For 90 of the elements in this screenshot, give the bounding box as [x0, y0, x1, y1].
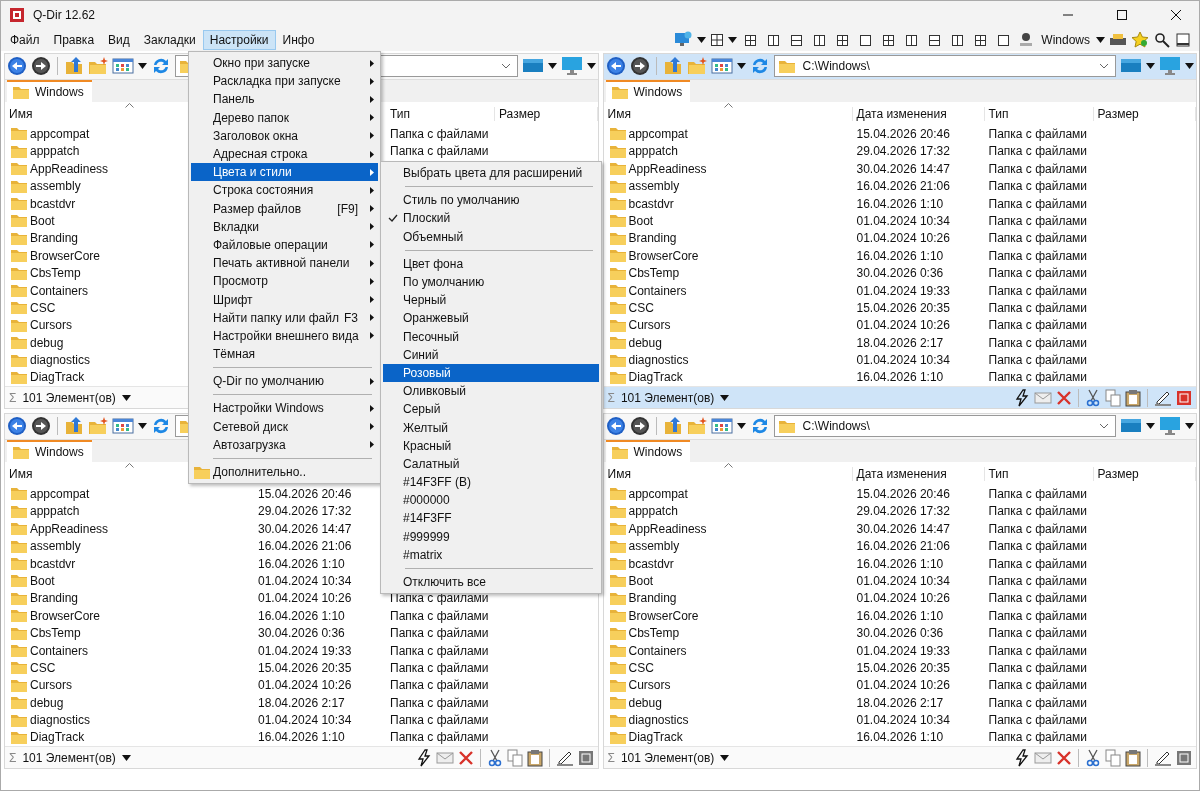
type-cell-text: Папка с файлами	[987, 643, 1089, 658]
type-cell-text: Папка с файлами	[987, 370, 1089, 385]
date-cell-text: 01.04.2024 10:34	[855, 573, 951, 588]
date-cell-text: 16.04.2026 21:06	[257, 539, 353, 554]
date-cell-text: 16.04.2026 1:10	[855, 196, 945, 211]
type-cell-text: Папка с файлами	[987, 487, 1089, 501]
date-cell-text: 01.04.2024 10:26	[855, 678, 951, 693]
type-cell-text: Папка с файлами	[987, 196, 1089, 211]
date-cell-text: 01.04.2024 10:34	[257, 573, 353, 588]
date-cell-text: 15.04.2026 20:46	[855, 487, 951, 501]
type-cell-text: Папка с файлами	[987, 283, 1089, 298]
date-cell-text: 01.04.2024 10:26	[855, 318, 951, 333]
date-cell-text: 15.04.2026 20:35	[257, 660, 353, 675]
date-cell-text: 01.04.2024 10:26	[257, 678, 353, 693]
type-cell-text: Папка с файлами	[987, 127, 1089, 141]
type-cell-text: Папка с файлами	[987, 521, 1089, 536]
date-cell-text: 15.04.2026 20:46	[855, 127, 951, 141]
date-cell-text: 01.04.2024 10:26	[855, 231, 951, 246]
date-cell-text: 15.04.2026 20:35	[855, 660, 951, 675]
sum-symbol: Σ	[607, 750, 615, 765]
date-cell-text: 16.04.2026 21:06	[855, 539, 951, 554]
type-cell-text: Папка с файлами	[987, 161, 1089, 176]
date-cell-text: 01.04.2024 10:26	[257, 591, 353, 606]
type-cell-text: Папка с файлами	[987, 626, 1089, 641]
type-cell-text: Папка с файлами	[987, 556, 1089, 571]
date-cell-text: 16.04.2026 1:10	[855, 608, 945, 623]
date-cell-text: 18.04.2026 2:17	[855, 695, 945, 710]
date-cell-text: 30.04.2026 0:36	[257, 626, 346, 641]
date-cell-text: 29.04.2026 17:32	[257, 504, 353, 519]
date-cell-text: 29.04.2026 17:32	[855, 504, 951, 519]
type-cell-text: Папка с файлами	[987, 660, 1089, 675]
type-cell-text: Папка с файлами	[389, 695, 490, 710]
date-cell-text: 30.04.2026 14:47	[855, 161, 951, 176]
type-cell-text: Папка с файлами	[987, 179, 1089, 194]
date-cell-text: 01.04.2024 10:34	[855, 213, 951, 228]
sum-symbol: Σ	[607, 390, 615, 405]
sum-symbol: Σ	[9, 750, 17, 765]
window-title: Q-Dir 12.62	[33, 8, 96, 22]
type-cell-text: Папка с файлами	[987, 231, 1089, 246]
date-cell-text: 30.04.2026 0:36	[855, 266, 945, 281]
type-cell-text: Папка с файлами	[987, 591, 1089, 606]
type-cell-text: Папка с файлами	[987, 213, 1089, 228]
type-cell-text: Папка с файлами	[987, 144, 1089, 159]
date-cell-text: 01.04.2024 10:26	[855, 591, 951, 606]
date-cell-text: 18.04.2026 2:17	[257, 695, 346, 710]
type-cell-text: Папка с файлами	[389, 144, 490, 159]
date-cell-text: 16.04.2026 1:10	[855, 248, 945, 263]
date-cell-text: 16.04.2026 1:10	[855, 730, 945, 745]
date-cell-text: 01.04.2024 19:33	[257, 643, 353, 658]
date-cell-text: 29.04.2026 17:32	[855, 144, 951, 159]
date-cell-text: 16.04.2026 1:10	[257, 556, 346, 571]
date-cell-text: 01.04.2024 19:33	[855, 643, 951, 658]
type-cell-text: Папка с файлами	[389, 608, 490, 623]
date-cell-text: 18.04.2026 2:17	[855, 335, 945, 350]
date-cell-text: 01.04.2024 10:34	[855, 353, 951, 368]
date-cell-text: 30.04.2026 14:47	[855, 521, 951, 536]
type-cell-text: Папка с файлами	[987, 335, 1089, 350]
type-cell-text: Папка с файлами	[987, 300, 1089, 315]
type-cell-text: Папка с файлами	[987, 695, 1089, 710]
date-cell-text: 16.04.2026 1:10	[855, 370, 945, 385]
date-cell-text: 30.04.2026 14:47	[257, 521, 353, 536]
type-cell-text: Папка с файлами	[987, 318, 1089, 333]
type-cell-text: Папка с файлами	[987, 266, 1089, 281]
date-cell-text: 01.04.2024 10:34	[855, 713, 951, 728]
type-cell-text: Папка с файлами	[987, 573, 1089, 588]
type-cell-text: Папка с файлами	[987, 713, 1089, 728]
date-cell-text: 16.04.2026 1:10	[855, 556, 945, 571]
type-cell-text: Папка с файлами	[987, 678, 1089, 693]
type-cell-text: Папка с файлами	[987, 353, 1089, 368]
date-cell-text: 30.04.2026 0:36	[855, 626, 945, 641]
type-cell-text: Папка с файлами	[389, 713, 490, 728]
date-cell-text: 01.04.2024 19:33	[855, 283, 951, 298]
date-cell-text: 15.04.2026 20:35	[855, 300, 951, 315]
date-cell-text: 01.04.2024 10:34	[257, 713, 353, 728]
type-cell-text: Папка с файлами	[987, 248, 1089, 263]
date-cell-text: 16.04.2026 21:06	[855, 179, 951, 194]
type-cell-text: Папка с файлами	[389, 730, 490, 745]
date-cell-text: 16.04.2026 1:10	[257, 730, 346, 745]
type-cell-text: Папка с файлами	[389, 678, 490, 693]
type-cell-text: Папка с файлами	[389, 127, 490, 141]
type-cell-text: Папка с файлами	[987, 539, 1089, 554]
date-cell-text: 16.04.2026 1:10	[257, 608, 346, 623]
type-cell-text: Папка с файлами	[389, 626, 490, 641]
type-cell-text: Папка с файлами	[987, 608, 1089, 623]
date-cell-text: 15.04.2026 20:46	[257, 487, 353, 501]
type-cell-text: Папка с файлами	[987, 730, 1089, 745]
sum-symbol: Σ	[9, 390, 17, 405]
type-cell-text: Папка с файлами	[389, 643, 490, 658]
type-cell-text: Папка с файлами	[987, 504, 1089, 519]
type-cell-text: Папка с файлами	[389, 660, 490, 675]
